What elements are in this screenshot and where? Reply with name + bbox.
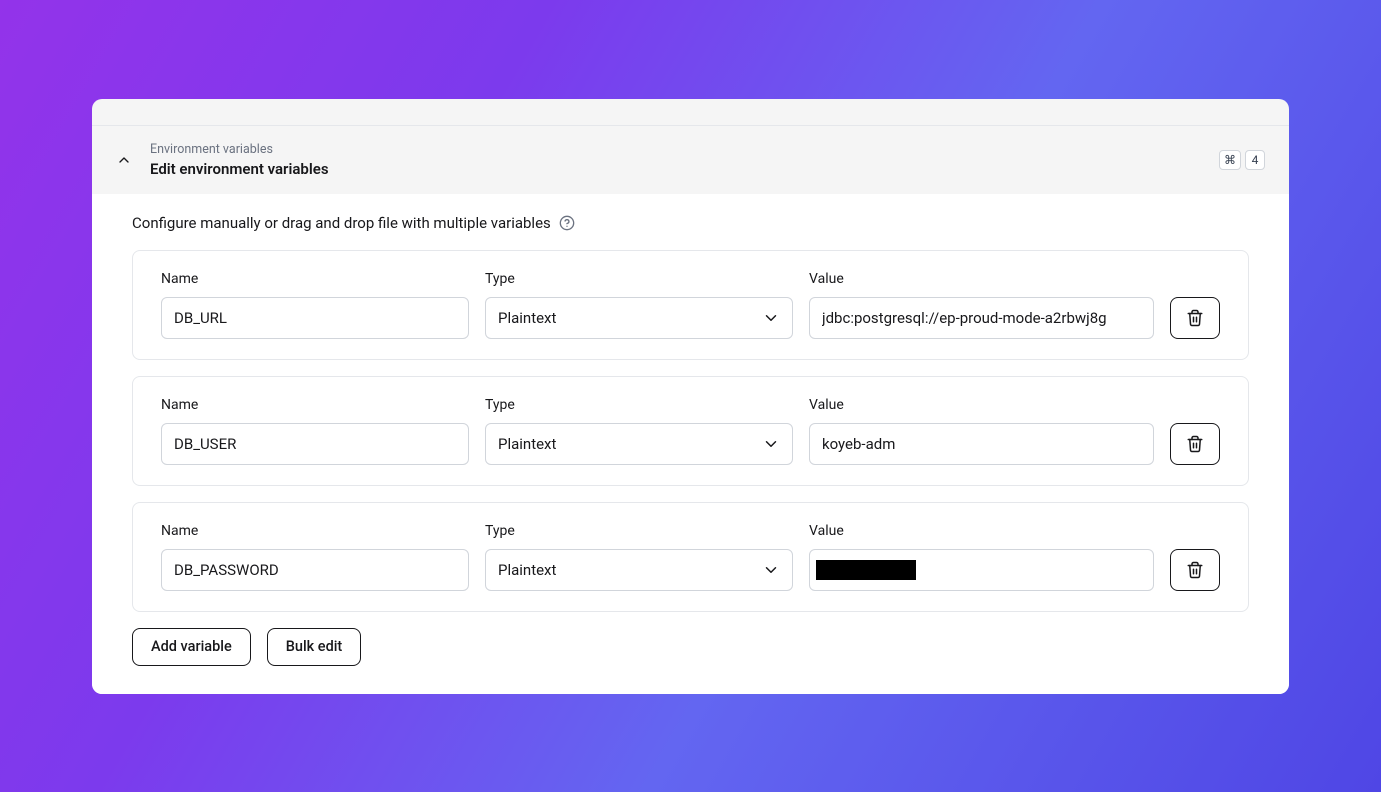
value-label: Value <box>809 397 1154 413</box>
variable-row: Name Type Plaintext Value <box>132 502 1249 612</box>
panel-header: Environment variables Edit environment v… <box>92 125 1289 194</box>
type-value: Plaintext <box>498 435 762 453</box>
type-value: Plaintext <box>498 561 762 579</box>
footer-actions: Add variable Bulk edit <box>132 628 1249 666</box>
delete-button[interactable] <box>1170 423 1220 465</box>
trash-icon <box>1186 435 1204 453</box>
value-input[interactable] <box>809 297 1154 339</box>
type-label: Type <box>485 523 793 539</box>
question-circle-icon <box>559 215 575 231</box>
shortcut-modifier: ⌘ <box>1219 150 1241 170</box>
type-value: Plaintext <box>498 309 762 327</box>
chevron-down-icon <box>762 435 780 453</box>
chevron-down-icon <box>762 309 780 327</box>
value-label: Value <box>809 523 1154 539</box>
value-label: Value <box>809 271 1154 287</box>
keyboard-shortcut: ⌘ 4 <box>1219 150 1265 170</box>
chevron-down-icon <box>762 561 780 579</box>
bulk-edit-button[interactable]: Bulk edit <box>267 628 362 666</box>
delete-button[interactable] <box>1170 297 1220 339</box>
type-select[interactable]: Plaintext <box>485 549 793 591</box>
section-label: Environment variables <box>150 142 1219 157</box>
type-select[interactable]: Plaintext <box>485 297 793 339</box>
shortcut-key: 4 <box>1245 150 1265 170</box>
panel-body: Configure manually or drag and drop file… <box>92 194 1289 694</box>
value-input-redacted[interactable] <box>809 549 1154 591</box>
name-input[interactable] <box>161 549 469 591</box>
name-input[interactable] <box>161 297 469 339</box>
help-icon[interactable] <box>559 215 575 231</box>
delete-button[interactable] <box>1170 549 1220 591</box>
redacted-mask <box>816 560 916 580</box>
trash-icon <box>1186 561 1204 579</box>
variable-row: Name Type Plaintext Value <box>132 376 1249 486</box>
header-titles: Environment variables Edit environment v… <box>150 142 1219 178</box>
name-label: Name <box>161 523 469 539</box>
env-variables-panel: Environment variables Edit environment v… <box>92 99 1289 694</box>
instruction-row: Configure manually or drag and drop file… <box>132 214 1249 232</box>
collapse-toggle[interactable] <box>116 152 132 168</box>
section-title: Edit environment variables <box>150 160 1219 178</box>
instruction-text: Configure manually or drag and drop file… <box>132 214 551 232</box>
value-input[interactable] <box>809 423 1154 465</box>
trash-icon <box>1186 309 1204 327</box>
type-select[interactable]: Plaintext <box>485 423 793 465</box>
name-label: Name <box>161 397 469 413</box>
type-label: Type <box>485 397 793 413</box>
name-input[interactable] <box>161 423 469 465</box>
add-variable-button[interactable]: Add variable <box>132 628 251 666</box>
variable-row: Name Type Plaintext Value <box>132 250 1249 360</box>
chevron-up-icon <box>116 152 132 168</box>
name-label: Name <box>161 271 469 287</box>
type-label: Type <box>485 271 793 287</box>
